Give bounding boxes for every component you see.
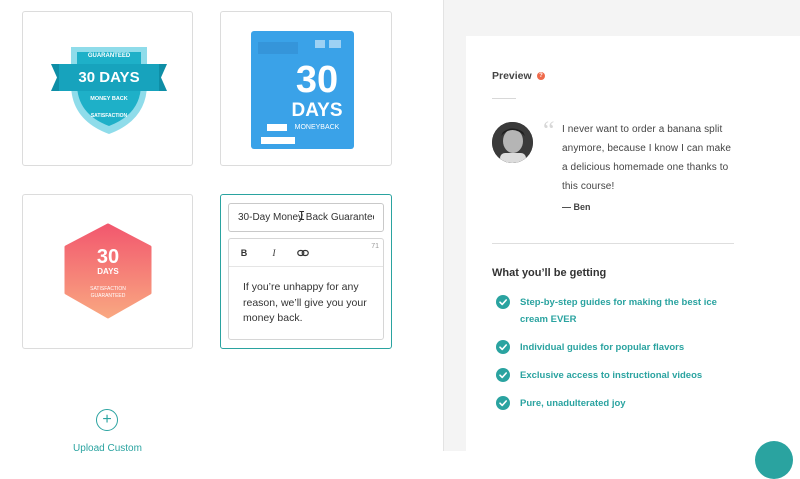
badge-pink-hexagon-graphic: 30 DAYS SATISFACTION GUARANTEED: [64, 223, 152, 319]
preview-title: Preview: [492, 70, 532, 82]
testimonial-author: — Ben: [562, 202, 591, 212]
person-photo-icon: [492, 122, 533, 163]
floating-action-button[interactable]: [755, 441, 793, 479]
badge-2-number: 30: [296, 59, 338, 101]
badge-selection-panel: GUARANTEED 30 DAYS MONEY BACK SATISFACTI…: [0, 0, 443, 454]
badge-option-teal-shield[interactable]: GUARANTEED 30 DAYS MONEY BACK SATISFACTI…: [22, 11, 193, 166]
check-icon: [496, 340, 510, 354]
badge-1-sub-text: MONEY BACK: [90, 96, 128, 102]
badge-1-top-label: GUARANTEED: [88, 53, 131, 59]
badge-option-pink-hexagon[interactable]: 30 DAYS SATISFACTION GUARANTEED: [22, 194, 193, 349]
rich-text-editor[interactable]: B I 71 If you’re unhappy for any reason,…: [228, 238, 384, 340]
avatar: [492, 122, 533, 163]
quote-mark-icon: “: [543, 116, 555, 145]
badge-teal-shield-graphic: GUARANTEED 30 DAYS MONEY BACK SATISFACTI…: [51, 47, 167, 134]
badge-3-line1: SATISFACTION: [90, 286, 126, 292]
badge-2-sub: MONEYBACK: [295, 124, 340, 131]
title-underline: [492, 98, 516, 99]
preview-card: Preview ? “ I never want to order a bana…: [466, 36, 800, 451]
benefit-text: Exclusive access to instructional videos: [520, 370, 703, 381]
bold-button[interactable]: B: [236, 245, 252, 261]
benefit-text: Step-by-step guides for making the best …: [520, 297, 717, 325]
benefit-text: Individual guides for popular flavors: [520, 342, 685, 353]
badge-3-line2: GUARANTEED: [91, 293, 126, 299]
badge-blue-receipt-graphic: 30 DAYS MONEYBACK: [251, 31, 354, 149]
check-icon: [496, 396, 510, 410]
character-count: 71: [371, 243, 379, 250]
badge-2-word: DAYS: [291, 100, 342, 121]
badge-1-bottom-label: SATISFACTION: [91, 113, 128, 119]
badge-option-blue-receipt[interactable]: 30 DAYS MONEYBACK: [220, 11, 392, 166]
benefit-text: Pure, unadulterated joy: [520, 398, 626, 409]
check-icon: [496, 295, 510, 309]
editor-body-text[interactable]: If you’re unhappy for any reason, we’ll …: [243, 280, 375, 327]
upload-custom-label[interactable]: Upload Custom: [60, 443, 155, 454]
badge-option-custom-text[interactable]: I B I 71 If you’re unhappy for any reaso…: [220, 194, 392, 349]
check-icon: [496, 368, 510, 382]
italic-button[interactable]: I: [266, 245, 282, 261]
testimonial-quote: I never want to order a banana split any…: [562, 124, 732, 192]
link-icon: [297, 249, 309, 257]
help-icon[interactable]: ?: [537, 72, 545, 80]
editor-toolbar: B I 71: [229, 239, 383, 267]
badge-title-input[interactable]: [228, 203, 384, 232]
badge-3-number: 30: [97, 246, 119, 268]
text-cursor: I: [298, 209, 306, 223]
link-button[interactable]: [295, 245, 311, 261]
badge-1-main-text: 30 DAYS: [78, 69, 139, 86]
section-divider: [492, 243, 734, 244]
benefits-heading: What you’ll be getting: [492, 267, 607, 279]
upload-custom-plus-button[interactable]: +: [96, 409, 118, 431]
badge-3-word: DAYS: [97, 267, 119, 276]
